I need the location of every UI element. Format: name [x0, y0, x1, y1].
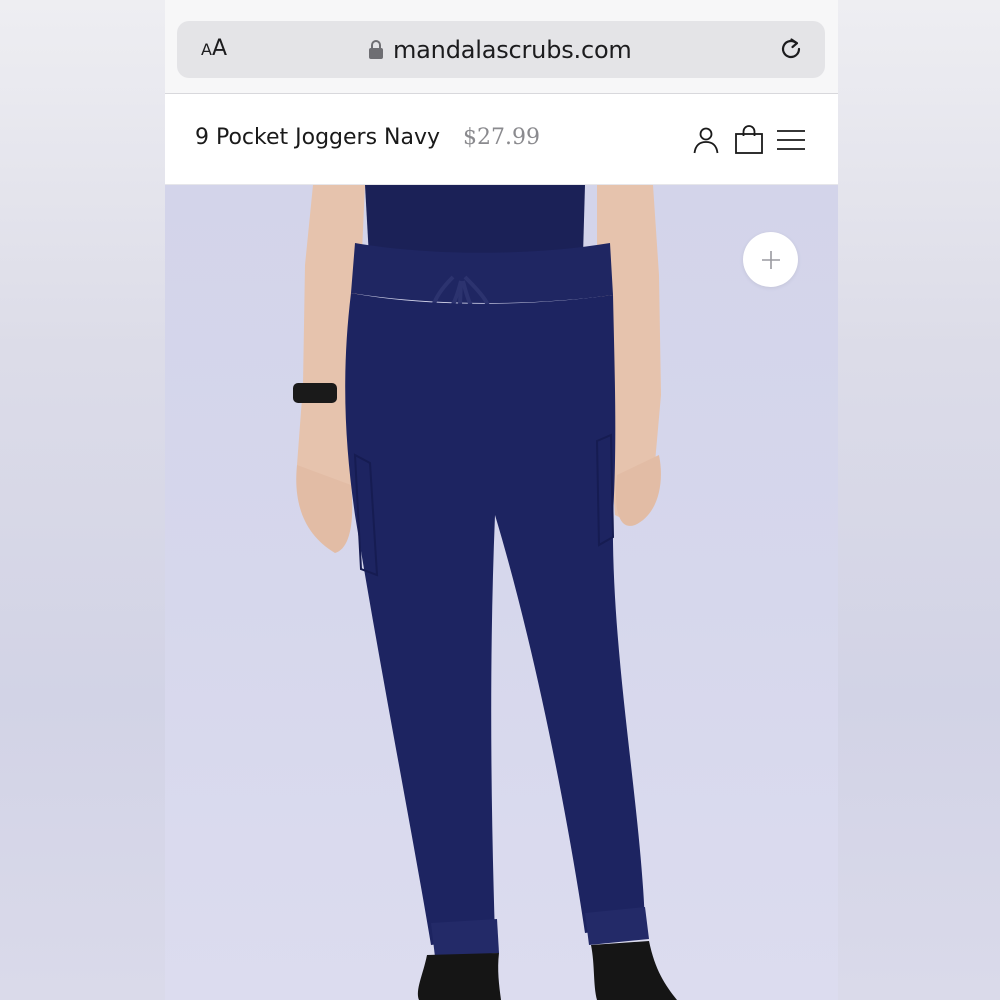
text-size-button[interactable]: AA — [201, 36, 227, 61]
address-bar[interactable]: AA mandalascrubs.com — [177, 21, 825, 78]
text-size-small-a: A — [201, 40, 212, 59]
plus-icon — [761, 250, 780, 269]
lock-icon — [369, 40, 383, 60]
text-size-large-a: A — [211, 36, 228, 61]
url-text: mandalascrubs.com — [393, 36, 632, 64]
product-image[interactable] — [165, 185, 838, 1000]
model-wearing-joggers-image — [293, 185, 677, 1000]
browser-toolbar: AA mandalascrubs.com — [165, 0, 838, 94]
phone-screen: AA mandalascrubs.com 9 Pocket Joggers Na… — [165, 0, 838, 1000]
reload-icon[interactable] — [777, 35, 805, 63]
hamburger-menu-icon[interactable] — [776, 125, 806, 155]
url-display[interactable]: mandalascrubs.com — [369, 35, 632, 65]
shopping-bag-icon[interactable] — [734, 125, 764, 155]
blurred-backdrop-left — [0, 0, 165, 1000]
product-price: $27.99 — [463, 125, 540, 150]
blurred-backdrop-right — [838, 0, 1000, 1000]
site-header: 9 Pocket Joggers Navy $27.99 — [165, 95, 838, 185]
account-icon[interactable] — [691, 125, 721, 155]
zoom-button[interactable] — [743, 232, 798, 287]
product-title: 9 Pocket Joggers Navy — [195, 125, 441, 150]
